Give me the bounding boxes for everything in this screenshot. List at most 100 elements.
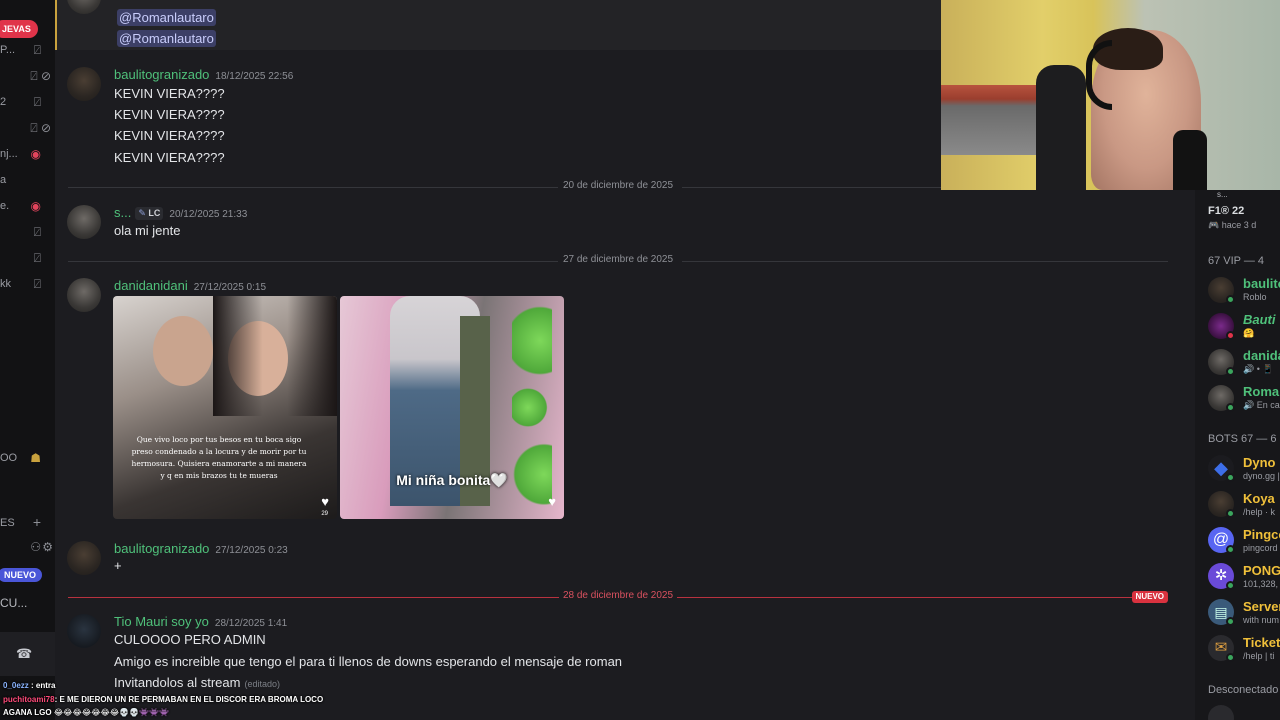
image-caption: Que vivo loco por tus besos en tu boca s… — [131, 435, 307, 480]
channel-name: CU... — [0, 596, 28, 610]
heart-icon: ♥ — [548, 494, 556, 509]
gear-icon[interactable]: ✲ — [1208, 563, 1235, 590]
voice-user-row[interactable]: ⍁ — [0, 224, 55, 242]
channel-row[interactable]: OO ☗ — [0, 450, 55, 468]
avatar[interactable] — [1208, 349, 1235, 376]
username[interactable]: baulitogranizado — [114, 541, 209, 556]
voice-user-row[interactable]: ⍁ — [0, 250, 55, 268]
message-header: s... ✎ LC 20/12/2025 21:33 — [114, 205, 247, 220]
disconnect-icon[interactable]: ☎ — [16, 646, 32, 662]
avatar[interactable] — [67, 205, 101, 239]
member-name[interactable]: Dyno — [1243, 455, 1276, 470]
voice-user-row[interactable]: nj... ◉ — [0, 146, 55, 164]
tag-label: LC — [148, 208, 161, 218]
voice-user-row[interactable]: ⍁ ⊘ — [0, 68, 55, 86]
webcam-overlay — [941, 0, 1280, 190]
at-sign-icon[interactable]: @ — [1208, 527, 1235, 554]
username[interactable]: s... — [114, 205, 131, 220]
ticket-icon[interactable]: ✉ — [1208, 635, 1235, 662]
member-name[interactable]: danida — [1243, 348, 1280, 363]
add-channel-icon[interactable]: + — [33, 514, 41, 530]
voice-user-row[interactable]: a — [0, 172, 55, 190]
username[interactable]: Tio Mauri soy yo — [114, 614, 209, 629]
online-status-dot — [1226, 581, 1235, 590]
member-name[interactable]: s... — [1217, 190, 1228, 199]
avatar[interactable] — [67, 0, 101, 14]
avatar[interactable] — [1208, 313, 1235, 340]
avatar[interactable] — [1208, 705, 1234, 720]
image-caption: Mi niña bonita🤍 — [396, 472, 508, 488]
mention[interactable]: @Romanlautaro — [117, 9, 216, 26]
message-text: Amigo es increible que tengo el para ti … — [114, 654, 623, 669]
dyno-icon[interactable]: ◆ — [1208, 455, 1235, 482]
stream-chat-text: : E ME DIERON UN RE PERMABAN EN EL DISCO… — [54, 695, 324, 704]
activity-game: F1® 22 — [1208, 205, 1245, 217]
member-name[interactable]: PONG — [1243, 563, 1280, 578]
gamepad-icon: 🎮 — [1208, 220, 1220, 230]
online-status-dot — [1226, 403, 1235, 412]
member-name[interactable]: Bauti — [1243, 312, 1276, 327]
voice-user-row[interactable]: 2 ⍁ — [0, 94, 55, 112]
member-status: 🔊 • 📱 — [1243, 364, 1274, 374]
member-status: 101,328, — [1243, 579, 1279, 589]
message-header: baulitogranizado 27/12/2025 0:23 — [114, 541, 288, 556]
avatar[interactable] — [1208, 277, 1235, 304]
members-icon[interactable]: ⚇ — [30, 540, 41, 554]
username[interactable]: danidanidani — [114, 278, 188, 293]
message-header: baulitogranizado 18/12/2025 22:56 — [114, 67, 293, 82]
channel-row[interactable]: CU... — [0, 594, 55, 612]
member-status: dyno.gg | — [1243, 471, 1280, 481]
new-messages-divider: 28 de diciembre de 2025 NUEVO — [68, 590, 1168, 604]
new-unreads-badge[interactable]: JEVAS — [0, 20, 38, 38]
mention[interactable]: @Romanlautaro — [117, 30, 216, 47]
username[interactable]: baulitogranizado — [114, 67, 209, 82]
timestamp: 28/12/2025 1:41 — [214, 618, 288, 629]
voice-user-name: e. — [0, 200, 10, 212]
avatar[interactable] — [67, 614, 101, 648]
nuevo-badge[interactable]: NUEVO — [0, 568, 43, 582]
member-name[interactable]: Server — [1243, 599, 1280, 614]
stream-chat-user: puchitoami78 — [3, 695, 55, 704]
member-list: s... F1® 22 🎮 hace 3 d 67 VIP — 4 baulit… — [1195, 190, 1280, 720]
voice-user-row[interactable]: e. ◉ — [0, 198, 55, 216]
online-status-dot — [1226, 509, 1235, 518]
member-status: Roblo — [1243, 292, 1267, 302]
member-name[interactable]: Romar — [1243, 384, 1280, 399]
date-divider-label: 28 de diciembre de 2025 — [558, 590, 678, 601]
guild-tag-badge[interactable]: ✎ LC — [135, 207, 164, 220]
category-row[interactable]: ES + — [0, 514, 55, 533]
timestamp: 18/12/2025 22:56 — [215, 71, 294, 82]
voice-user-row[interactable]: kk ⍁ — [0, 276, 55, 294]
image-attachment[interactable]: Que vivo loco por tus besos en tu boca s… — [113, 296, 337, 519]
photo-hair — [213, 296, 337, 416]
date-divider-label: 27 de diciembre de 2025 — [562, 254, 674, 265]
category-name: ES — [0, 517, 15, 529]
avatar[interactable] — [67, 541, 101, 575]
gear-icon[interactable]: ⚙ — [42, 540, 53, 554]
avatar[interactable] — [67, 67, 101, 101]
offline-header: Desconectado — [1208, 684, 1279, 696]
member-name[interactable]: baulito — [1243, 276, 1280, 291]
voice-user-row[interactable]: P... ⍁ — [0, 42, 55, 60]
mic-muted-icon: ⍁ — [33, 43, 41, 57]
server-stats-icon[interactable]: ▤ — [1208, 599, 1235, 626]
voice-user-name: P... — [0, 44, 16, 56]
member-name[interactable]: Pingco — [1243, 527, 1280, 542]
online-status-dot — [1226, 367, 1235, 376]
member-name[interactable]: Koya — [1243, 491, 1275, 506]
voice-user-row[interactable]: ⍁ ⊘ — [0, 120, 55, 138]
member-name[interactable]: Ticket — [1243, 635, 1280, 650]
tag-icon: ✎ — [138, 208, 146, 218]
message-text: KEVIN VIERA???? — [114, 107, 225, 122]
online-status-dot — [1226, 295, 1235, 304]
image-attachment[interactable]: Mi niña bonita🤍 ♥ — [340, 296, 564, 519]
message-header: Tio Mauri soy yo 28/12/2025 1:41 — [114, 614, 287, 629]
message-text: KEVIN VIERA???? — [114, 128, 225, 143]
avatar[interactable] — [67, 278, 101, 312]
bots-header: BOTS 67 — 6 — [1208, 433, 1277, 445]
channel-sidebar: JEVAS P... ⍁ ⍁ ⊘ 2 ⍁ ⍁ ⊘ nj... ◉ a e. ◉ ⍁ ⍁ … — [0, 0, 55, 720]
avatar[interactable] — [1208, 385, 1235, 412]
like-count: 29 — [321, 511, 328, 517]
avatar[interactable] — [1208, 491, 1235, 518]
dnd-status-dot — [1226, 331, 1235, 340]
